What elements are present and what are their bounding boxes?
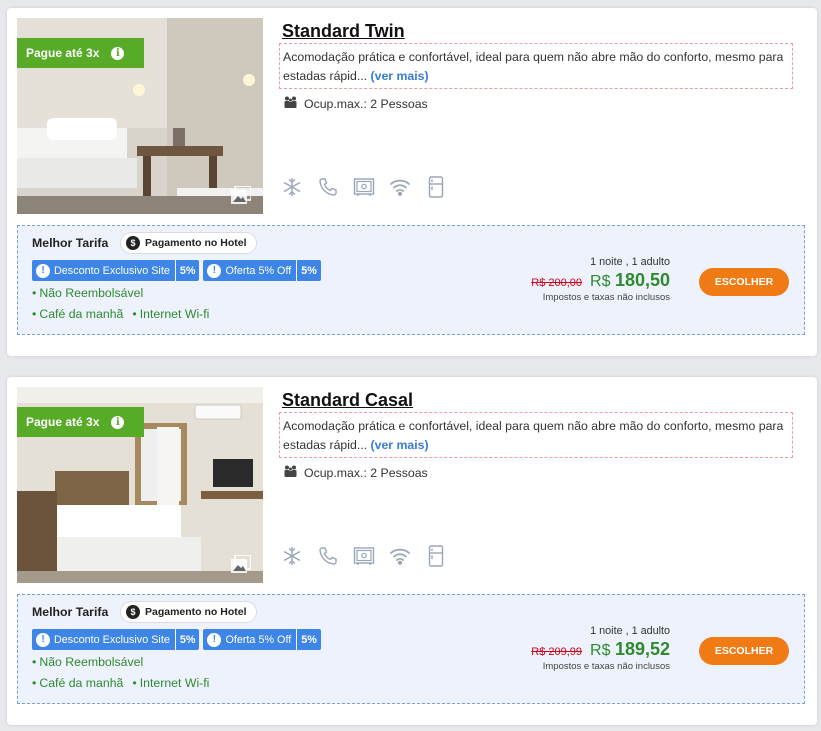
conditions-row: • Não Reembolsável [32, 655, 143, 669]
discount-badge: ! Oferta 5% Off 5% [203, 260, 321, 281]
safe-icon [353, 545, 375, 567]
promo-tag: Pague até 3x i [17, 38, 144, 68]
phone-icon [317, 545, 339, 567]
snowflake-icon [281, 176, 303, 198]
condition-item: • Café da manhã [32, 307, 124, 321]
room-title[interactable]: Standard Twin [282, 21, 405, 42]
exclamation-icon: ! [36, 632, 50, 647]
discount-badges: ! Desconto Exclusivo Site 5% ! Oferta 5% O… [32, 260, 321, 281]
see-more-link[interactable]: (ver mais) [371, 438, 429, 452]
rate-name: Melhor Tarifa [32, 605, 109, 619]
info-icon[interactable]: i [111, 415, 125, 429]
stay-info: 1 noite , 1 adulto [590, 256, 670, 268]
price-area: 1 noite , 1 adulto R$ 200,00 R$ 180,50 I… [531, 256, 670, 303]
dollar-icon: $ [126, 236, 140, 250]
rate-panel: Melhor Tarifa $ Pagamento no Hotel ! Desc… [17, 594, 805, 704]
exclamation-icon: ! [207, 632, 222, 647]
choose-button[interactable]: ESCOLHER [699, 268, 789, 296]
fridge-icon [425, 176, 447, 198]
occupancy: Ocup.max.: 2 Pessoas [283, 465, 428, 480]
payment-tag: $ Pagamento no Hotel [120, 232, 257, 254]
discount-badge: ! Desconto Exclusivo Site 5% [32, 629, 200, 650]
phone-icon [317, 176, 339, 198]
people-icon [283, 96, 298, 111]
price-area: 1 noite , 1 adulto R$ 209,99 R$ 189,52 I… [531, 625, 670, 672]
snowflake-icon [281, 545, 303, 567]
gallery-icon[interactable] [231, 554, 252, 573]
occupancy-text: Ocup.max.: 2 Pessoas [304, 96, 428, 111]
badge-label: Oferta 5% Off [225, 633, 292, 646]
discount-badge: ! Oferta 5% Off 5% [203, 629, 321, 650]
taxes-note: Impostos e taxas não inclusos [542, 292, 670, 303]
room-description: Acomodação prática e confortável, ideal … [279, 43, 793, 89]
rate-name: Melhor Tarifa [32, 236, 109, 250]
exclamation-icon: ! [36, 263, 50, 278]
badge-label: Oferta 5% Off [225, 264, 292, 277]
room-title[interactable]: Standard Casal [282, 390, 413, 411]
exclamation-icon: ! [207, 263, 222, 278]
room-photo[interactable]: Pague até 3x i [17, 387, 263, 583]
condition-item: • Não Reembolsável [32, 655, 144, 669]
fridge-icon [425, 545, 447, 567]
badge-value: 5% [296, 260, 321, 281]
gallery-icon[interactable] [231, 185, 252, 204]
payment-tag-label: Pagamento no Hotel [145, 237, 247, 249]
badge-label: Desconto Exclusivo Site [54, 633, 170, 646]
promo-tag: Pague até 3x i [17, 407, 144, 437]
see-more-link[interactable]: (ver mais) [371, 69, 429, 83]
wifi-icon [389, 545, 411, 567]
condition-item: • Café da manhã [32, 676, 124, 690]
occupancy: Ocup.max.: 2 Pessoas [283, 96, 428, 111]
payment-tag: $ Pagamento no Hotel [120, 601, 257, 623]
discount-badge: ! Desconto Exclusivo Site 5% [32, 260, 200, 281]
dollar-icon: $ [126, 605, 140, 619]
room-card: Pague até 3x i Standard Twin Acomodação … [7, 8, 817, 356]
discount-badges: ! Desconto Exclusivo Site 5% ! Oferta 5% O… [32, 629, 321, 650]
room-description: Acomodação prática e confortável, ideal … [279, 412, 793, 458]
conditions-row: • Café da manhã • Internet Wi-fi [32, 676, 209, 690]
amenities-list [281, 176, 447, 198]
condition-item: • Não Reembolsável [32, 286, 144, 300]
current-price: R$ 189,52 [590, 639, 670, 659]
promo-label: Pague até 3x [26, 415, 100, 429]
room-photo[interactable]: Pague até 3x i [17, 18, 263, 214]
safe-icon [353, 176, 375, 198]
badge-value: 5% [174, 260, 200, 281]
old-price: R$ 200,00 [531, 277, 583, 289]
promo-label: Pague até 3x [26, 46, 100, 60]
room-card: Pague até 3x i Standard Casal Acomodação… [7, 377, 817, 725]
condition-item: • Internet Wi-fi [132, 307, 210, 321]
condition-item: • Internet Wi-fi [132, 676, 210, 690]
old-price: R$ 209,99 [531, 646, 583, 658]
people-icon [283, 465, 298, 480]
conditions-row: • Não Reembolsável [32, 286, 143, 300]
occupancy-text: Ocup.max.: 2 Pessoas [304, 465, 428, 480]
badge-value: 5% [174, 629, 200, 650]
badge-value: 5% [296, 629, 321, 650]
choose-button[interactable]: ESCOLHER [699, 637, 789, 665]
badge-label: Desconto Exclusivo Site [54, 264, 170, 277]
info-icon[interactable]: i [111, 46, 125, 60]
current-price: R$ 180,50 [590, 270, 670, 290]
amenities-list [281, 545, 447, 567]
conditions-row: • Café da manhã • Internet Wi-fi [32, 307, 209, 321]
rate-panel: Melhor Tarifa $ Pagamento no Hotel ! Desc… [17, 225, 805, 335]
stay-info: 1 noite , 1 adulto [590, 625, 670, 637]
description-text: Acomodação prática e confortável, ideal … [283, 419, 784, 452]
description-text: Acomodação prática e confortável, ideal … [283, 50, 784, 83]
taxes-note: Impostos e taxas não inclusos [542, 661, 670, 672]
payment-tag-label: Pagamento no Hotel [145, 606, 247, 618]
wifi-icon [389, 176, 411, 198]
